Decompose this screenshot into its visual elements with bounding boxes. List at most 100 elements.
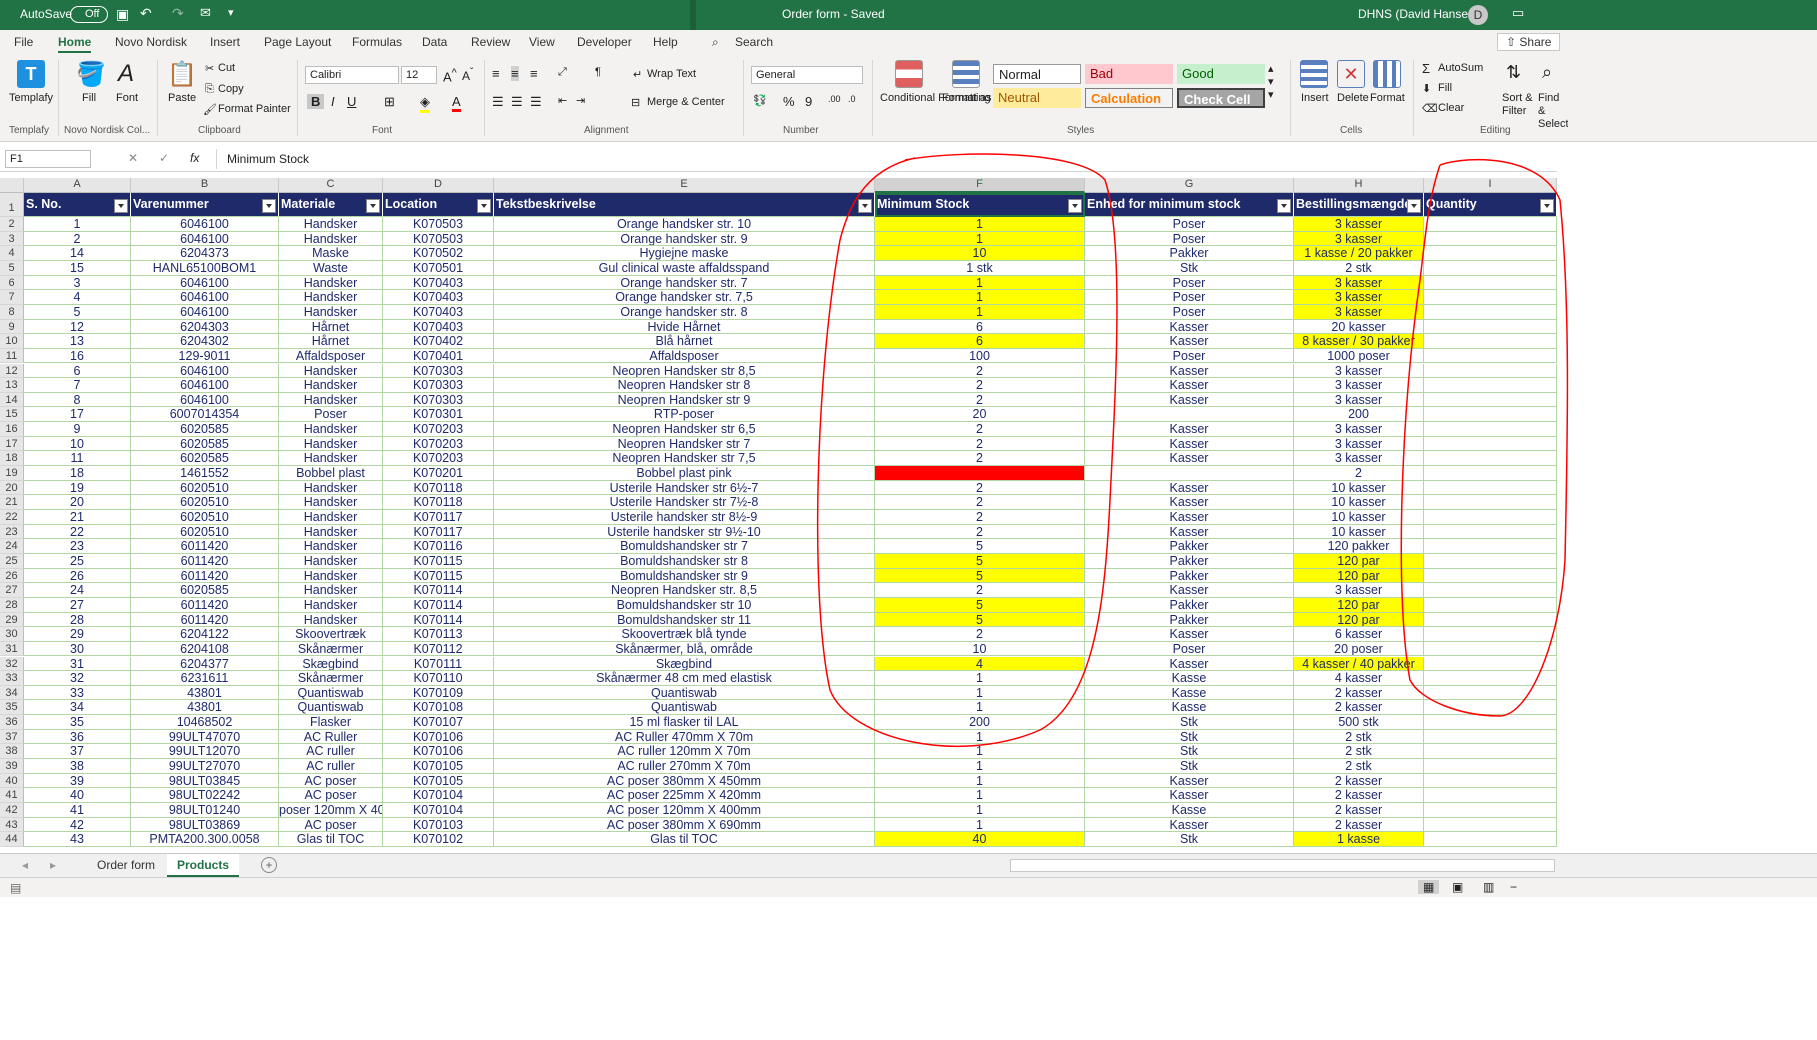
comma-icon[interactable]: 9 — [805, 94, 812, 109]
cell-f[interactable]: 0 — [875, 466, 1085, 481]
cell-d[interactable]: K070118 — [383, 480, 494, 496]
sort-filter-icon[interactable]: ⇅ — [1506, 62, 1521, 83]
row-number[interactable]: 39 — [0, 759, 24, 774]
cell-e[interactable]: AC poser 225mm X 420mm — [494, 788, 875, 803]
cell-a[interactable]: 15 — [24, 260, 131, 276]
cell-e[interactable]: Blå hårnet — [494, 334, 875, 349]
cell-h[interactable]: 3 kasser — [1294, 275, 1424, 291]
cell-a[interactable]: 12 — [24, 319, 131, 335]
search-box[interactable]: Search — [735, 35, 773, 49]
cell-c[interactable]: Handsker — [279, 304, 383, 320]
cell-f[interactable]: 2 — [875, 524, 1085, 540]
cell-i[interactable] — [1424, 773, 1557, 789]
cell-c[interactable]: Handsker — [279, 392, 383, 408]
cell-i[interactable] — [1424, 246, 1557, 261]
cell-g[interactable]: Kasser — [1085, 495, 1294, 510]
cell-h[interactable]: 3 kasser — [1294, 392, 1424, 408]
clear-button[interactable]: Clear — [1438, 102, 1464, 114]
cell-h[interactable]: 10 kasser — [1294, 495, 1424, 510]
cell-i[interactable] — [1424, 275, 1557, 291]
cell-h[interactable]: 10 kasser — [1294, 480, 1424, 496]
cell-i[interactable] — [1424, 700, 1557, 716]
cell-h[interactable]: 4 kasser — [1294, 671, 1424, 686]
cell-d[interactable]: K070403 — [383, 275, 494, 291]
cell-a[interactable]: 42 — [24, 817, 131, 833]
cell-h[interactable]: 500 stk — [1294, 715, 1424, 730]
cell-c[interactable]: Handsker — [279, 597, 383, 613]
cell-g[interactable]: Pakker — [1085, 539, 1294, 554]
cell-f[interactable]: 2 — [875, 495, 1085, 510]
underline-icon[interactable]: U — [347, 94, 356, 109]
cell-i[interactable] — [1424, 422, 1557, 437]
cell-a[interactable]: 25 — [24, 553, 131, 569]
cell-i[interactable] — [1424, 729, 1557, 745]
cell-e[interactable]: Neopren Handsker str 7 — [494, 436, 875, 452]
cell-a[interactable]: 43 — [24, 832, 131, 847]
row-number[interactable]: 1 — [0, 193, 24, 217]
header-cell-b[interactable]: Varenummer — [131, 193, 279, 217]
cell-e[interactable]: Orange handsker str. 7 — [494, 275, 875, 291]
percent-icon[interactable]: % — [783, 94, 795, 109]
page-break-view-icon[interactable]: ▥ — [1483, 880, 1494, 894]
tab-review[interactable]: Review — [471, 35, 510, 49]
name-box[interactable]: F1 — [5, 150, 91, 168]
column-header-i[interactable]: I — [1424, 178, 1557, 193]
cell-c[interactable]: Waste — [279, 260, 383, 276]
row-number[interactable]: 18 — [0, 451, 24, 467]
cell-h[interactable]: 1000 poser — [1294, 348, 1424, 364]
row-number[interactable]: 19 — [0, 466, 24, 481]
column-header-f[interactable]: F — [875, 178, 1085, 193]
cell-h[interactable]: 8 kasser / 30 pakker — [1294, 334, 1424, 349]
cell-i[interactable] — [1424, 290, 1557, 305]
cell-d[interactable]: K070105 — [383, 759, 494, 774]
cell-g[interactable]: Poser — [1085, 275, 1294, 291]
cell-i[interactable] — [1424, 583, 1557, 598]
cell-a[interactable]: 28 — [24, 612, 131, 628]
row-number[interactable]: 3 — [0, 231, 24, 247]
style-check-cell[interactable]: Check Cell — [1177, 88, 1265, 108]
cell-d[interactable]: K070103 — [383, 817, 494, 833]
cell-e[interactable]: 15 ml flasker til LAL — [494, 715, 875, 730]
cell-g[interactable]: Kasser — [1085, 817, 1294, 833]
cell-b[interactable]: 6204373 — [131, 246, 279, 261]
cell-b[interactable]: 6204377 — [131, 656, 279, 672]
cell-d[interactable]: K070107 — [383, 715, 494, 730]
cell-a[interactable]: 16 — [24, 348, 131, 364]
cell-g[interactable]: Pakker — [1085, 597, 1294, 613]
cell-i[interactable] — [1424, 597, 1557, 613]
cell-e[interactable]: Usterile Handsker str 6½-7 — [494, 480, 875, 496]
tab-home[interactable]: Home — [58, 35, 92, 53]
cell-a[interactable]: 38 — [24, 759, 131, 774]
cell-h[interactable]: 1 kasse — [1294, 832, 1424, 847]
cell-h[interactable]: 2 stk — [1294, 729, 1424, 745]
cell-f[interactable]: 2 — [875, 392, 1085, 408]
cell-b[interactable]: 6020510 — [131, 495, 279, 510]
row-number[interactable]: 27 — [0, 583, 24, 598]
cell-b[interactable]: 99ULT12070 — [131, 744, 279, 760]
tab-data[interactable]: Data — [422, 35, 447, 49]
cut-icon[interactable]: ✂ — [205, 62, 214, 75]
cell-c[interactable]: Hårnet — [279, 319, 383, 335]
sort-filter-button[interactable]: Sort & Filter — [1502, 92, 1542, 118]
cell-a[interactable]: 19 — [24, 480, 131, 496]
cell-c[interactable]: Skånærmer — [279, 641, 383, 657]
row-number[interactable]: 20 — [0, 480, 24, 496]
row-number[interactable]: 15 — [0, 407, 24, 423]
cell-h[interactable]: 120 par — [1294, 568, 1424, 584]
cell-h[interactable]: 2 kasser — [1294, 803, 1424, 818]
cell-g[interactable]: Kasser — [1085, 334, 1294, 349]
cell-c[interactable]: Handsker — [279, 510, 383, 525]
cell-c[interactable]: Handsker — [279, 217, 383, 232]
cell-f[interactable]: 2 — [875, 627, 1085, 642]
cell-i[interactable] — [1424, 334, 1557, 349]
autosum-button[interactable]: AutoSum — [1438, 62, 1483, 74]
cell-a[interactable]: 7 — [24, 378, 131, 393]
row-number[interactable]: 35 — [0, 700, 24, 716]
cell-g[interactable]: Stk — [1085, 744, 1294, 760]
cell-b[interactable]: 6011420 — [131, 597, 279, 613]
cell-e[interactable]: Neopren Handsker str 8,5 — [494, 363, 875, 379]
cell-c[interactable]: Handsker — [279, 495, 383, 510]
cell-g[interactable]: Poser — [1085, 231, 1294, 247]
cell-h[interactable]: 6 kasser — [1294, 627, 1424, 642]
cell-h[interactable]: 3 kasser — [1294, 231, 1424, 247]
